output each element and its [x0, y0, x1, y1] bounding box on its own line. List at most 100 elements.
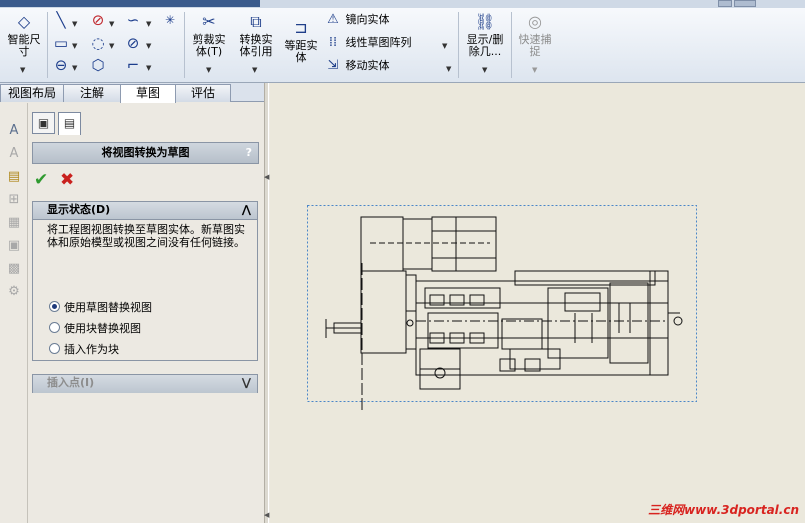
title-strip-dark: [0, 0, 260, 7]
separator: [184, 12, 185, 78]
polygon-icon[interactable]: ⬡: [89, 56, 107, 74]
offset-entities-button[interactable]: ⊐ 等距实体: [280, 18, 322, 64]
chevron-down-icon[interactable]: ▼: [72, 42, 77, 50]
command-tabs: 视图布局 注解 草图 评估: [0, 83, 266, 103]
chevron-down-icon[interactable]: ▼: [532, 66, 537, 74]
display-state-group: 显示状态(D) ⋀ 将工程图视图转换至草图实体。新草图实体和原始模型或视图之间没…: [32, 201, 258, 361]
help-icon[interactable]: ?: [246, 143, 252, 163]
chevron-down-icon[interactable]: ▼: [109, 20, 114, 28]
display-state-header-label: 显示状态(D): [47, 203, 111, 216]
display-state-header[interactable]: 显示状态(D) ⋀: [33, 202, 257, 220]
collapse-chevron-icon[interactable]: ⋀: [242, 202, 251, 218]
slot-icon[interactable]: ⊖: [52, 56, 70, 74]
chevron-down-icon[interactable]: ▼: [72, 64, 77, 72]
mirror-entities-button[interactable]: ⚠ 镜向实体: [324, 11, 390, 29]
move-entities-button[interactable]: ⇲ 移动实体: [324, 57, 390, 75]
check-icon[interactable]: ✔: [34, 170, 48, 190]
left-tool-column: A A ▤ ⊞ ▦ ▣ ▩ ⚙: [0, 103, 28, 523]
trim-entities-button[interactable]: ✂ 剪裁实体(T): [188, 12, 230, 58]
option-replace-with-sketch[interactable]: 使用草图替换视图: [49, 300, 152, 316]
window-button[interactable]: [734, 0, 756, 7]
radio-icon[interactable]: [49, 343, 60, 354]
feature-tree-tab-icon[interactable]: ▣: [32, 112, 55, 134]
collapse-arrow-icon[interactable]: ◀: [264, 511, 269, 519]
mirror-icon: ⚠: [327, 12, 339, 27]
option-label: 插入作为块: [64, 343, 119, 356]
hatch-icon[interactable]: ▩: [5, 260, 23, 278]
linear-pattern-button[interactable]: ⁞⁞ 线性草图阵列: [324, 34, 412, 52]
drawing-view[interactable]: [270, 83, 805, 523]
chevron-down-icon[interactable]: ▼: [146, 42, 151, 50]
linear-pattern-icon: ⁞⁞: [328, 35, 338, 50]
chevron-down-icon[interactable]: ▼: [206, 66, 211, 74]
chevron-down-icon[interactable]: ▼: [442, 42, 447, 50]
point-icon[interactable]: ✳: [161, 11, 179, 29]
show-delete-label: 显示/删除几...: [466, 33, 504, 58]
chevron-down-icon[interactable]: ▼: [482, 66, 487, 74]
separator: [511, 12, 512, 78]
insert-point-header-label: 插入点(I): [47, 376, 95, 389]
tab-sketch[interactable]: 草图: [120, 84, 176, 103]
window-button[interactable]: [718, 0, 732, 7]
rectangle-icon[interactable]: ▭: [52, 34, 70, 52]
option-label: 使用块替换视图: [64, 322, 141, 335]
line-icon[interactable]: ╲: [52, 11, 70, 29]
move-icon: ⇲: [327, 58, 339, 73]
offset-entities-label: 等距实体: [284, 39, 318, 64]
watermark: 三维网www.3dportal.cn: [648, 503, 799, 517]
snap-icon: ◎: [528, 12, 542, 31]
chevron-down-icon[interactable]: ▼: [20, 66, 25, 74]
offset-icon: ⊐: [294, 18, 308, 37]
tab-evaluate[interactable]: 评估: [175, 84, 231, 102]
balloon-icon[interactable]: A: [5, 145, 23, 163]
mirror-entities-label: 镜向实体: [345, 13, 390, 26]
lock-icon[interactable]: ▣: [5, 237, 23, 255]
smart-dimension-button[interactable]: ◇ 智能尺寸: [4, 12, 44, 58]
tab-view-layout[interactable]: 视图布局: [0, 84, 64, 102]
smart-dimension-label: 智能尺寸: [7, 33, 41, 58]
spline-icon[interactable]: ∽: [124, 11, 142, 29]
chevron-down-icon[interactable]: ▼: [252, 66, 257, 74]
property-manager-tab-icon[interactable]: ▤: [58, 112, 81, 135]
expand-chevron-icon[interactable]: ⋁: [242, 375, 251, 391]
panel-splitter[interactable]: ◀ ◀: [264, 83, 269, 523]
fillet-icon[interactable]: ⌐: [124, 56, 142, 74]
drawing-canvas[interactable]: [270, 83, 805, 523]
move-entities-label: 移动实体: [345, 59, 390, 72]
note-icon[interactable]: A: [5, 122, 23, 140]
chevron-down-icon[interactable]: ▼: [72, 20, 77, 28]
surface-finish-icon[interactable]: ▦: [5, 214, 23, 232]
chevron-down-icon[interactable]: ▼: [146, 64, 151, 72]
property-manager: ▣ ▤ 将视图转换为草图 ? ✔ ✖ 显示状态(D) ⋀ 将工程图视图转换至草图…: [28, 103, 264, 523]
chevron-down-icon[interactable]: ▼: [446, 65, 451, 73]
property-manager-title-text: 将视图转换为草图: [101, 146, 190, 159]
tab-annotation[interactable]: 注解: [63, 84, 121, 102]
show-delete-relations-button[interactable]: ⛓ 显示/删除几...: [462, 12, 508, 58]
relations-icon: ⛓: [474, 12, 496, 31]
center-mark-icon[interactable]: ⚙: [5, 283, 23, 301]
collapse-arrow-icon[interactable]: ◀: [264, 173, 269, 181]
option-replace-with-block[interactable]: 使用块替换视图: [49, 321, 141, 337]
arc-icon[interactable]: ◌: [89, 34, 107, 52]
separator: [458, 12, 459, 78]
block-icon[interactable]: ▤: [5, 168, 23, 186]
convert-entities-button[interactable]: ⧉ 转换实体引用: [234, 12, 278, 58]
separator: [47, 12, 48, 78]
chevron-down-icon[interactable]: ▼: [109, 42, 114, 50]
ellipse-icon[interactable]: ⊘: [124, 34, 142, 52]
option-insert-as-block[interactable]: 插入作为块: [49, 342, 119, 358]
dimension-icon: ◇: [17, 12, 31, 31]
close-icon[interactable]: ✖: [60, 170, 74, 190]
linear-pattern-label: 线性草图阵列: [345, 36, 412, 49]
radio-icon[interactable]: [49, 322, 60, 333]
quick-snaps-button[interactable]: ◎ 快速捕捉: [514, 12, 556, 58]
title-strip: [0, 0, 805, 8]
insert-point-header[interactable]: 插入点(I) ⋁: [33, 375, 257, 393]
circle-icon[interactable]: ⊘: [89, 11, 107, 29]
datum-icon[interactable]: ⊞: [5, 191, 23, 209]
display-state-description: 将工程图视图转换至草图实体。新草图实体和原始模型或视图之间没有任何链接。: [47, 223, 245, 249]
trim-icon: ✂: [202, 12, 216, 31]
chevron-down-icon[interactable]: ▼: [146, 20, 151, 28]
part-drawing: [325, 216, 683, 413]
radio-selected-icon[interactable]: [49, 301, 60, 312]
